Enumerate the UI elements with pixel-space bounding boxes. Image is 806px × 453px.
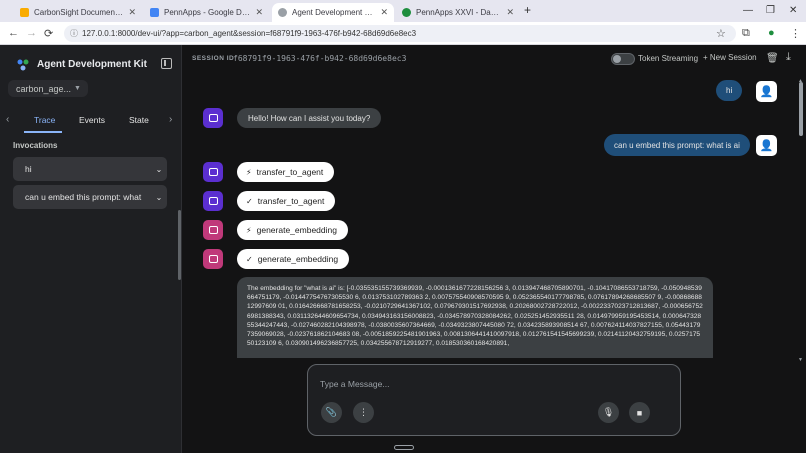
bookmark-star-icon[interactable]: ☆ (716, 27, 726, 40)
browser-tab-pennapps-events[interactable]: PennApps XXVI - Day of Events ✕ (396, 3, 520, 22)
chevron-right-icon[interactable]: › (169, 114, 172, 125)
message-input[interactable] (320, 377, 660, 391)
app-title: Agent Development Kit (37, 59, 148, 70)
new-tab-icon[interactable]: + (524, 3, 531, 17)
tab-trace[interactable]: Trace (34, 115, 55, 125)
attach-button[interactable]: 📎 (321, 402, 342, 423)
new-session-button[interactable]: + New Session (703, 53, 757, 62)
download-icon[interactable]: ⤓ (786, 51, 791, 64)
person-icon: 👤 (759, 140, 774, 152)
close-icon[interactable]: ✕ (380, 7, 388, 18)
bot-avatar (203, 162, 223, 182)
chevron-down-icon: ⌄ (155, 164, 163, 174)
video-button[interactable]: ■ (629, 402, 650, 423)
invocations-title: Invocations (13, 141, 58, 150)
tab-state[interactable]: State (129, 115, 149, 125)
check-icon: ✓ (246, 196, 253, 206)
user-message: can u embed this prompt: what is ai (604, 134, 750, 156)
session-id-label: SESSION ID (192, 55, 235, 62)
session-id-value: f68791f9-1963-476f-b942-68d69d6e8ec3 (233, 54, 407, 63)
user-avatar: 👤 (756, 135, 777, 156)
function-response-chip[interactable]: ✓ generate_embedding (237, 249, 350, 269)
address-bar: ← → ⟳ ⓘ 127.0.0.1:8000/dev-ui/?app=carbo… (0, 22, 806, 45)
check-icon: ✓ (246, 254, 253, 264)
minimize-icon[interactable]: — (743, 5, 753, 16)
url-field[interactable]: ⓘ 127.0.0.1:8000/dev-ui/?app=carbon_agen… (64, 25, 736, 42)
user-avatar: 👤 (756, 81, 777, 102)
bolt-icon: ⚡ (246, 167, 252, 177)
invocation-item[interactable]: hi ⌄ (13, 157, 167, 181)
paperclip-icon: 📎 (325, 407, 338, 417)
bot-avatar (203, 191, 223, 211)
chat-scrollbar[interactable] (799, 82, 803, 136)
robot-icon (208, 114, 218, 122)
browser-tab-adk-dev-ui[interactable]: Agent Development Kit Dev UI ✕ (272, 3, 394, 22)
sidebar: Agent Development Kit carbon_age... ▼ ‹ … (0, 45, 182, 453)
person-icon: 👤 (759, 86, 774, 98)
window-close-icon[interactable]: ✕ (789, 5, 797, 16)
site-info-icon[interactable]: ⓘ (70, 28, 78, 39)
bot-avatar (203, 108, 223, 128)
bolt-icon: ⚡ (246, 225, 252, 235)
message-composer: 📎 ⋮ 🎙 ■ (307, 364, 681, 436)
pennapps-favicon-icon (402, 8, 411, 17)
bottom-drag-handle[interactable] (394, 445, 414, 450)
token-streaming-label: Token Streaming (638, 54, 699, 63)
robot-icon (208, 255, 218, 263)
agent-select[interactable]: carbon_age... ▼ (8, 80, 88, 97)
active-tab-indicator (24, 131, 62, 133)
reload-icon[interactable]: ⟳ (44, 27, 53, 40)
invocation-item[interactable]: can u embed this prompt: what ⌄ (13, 185, 167, 209)
browser-menu-icon[interactable]: ⋮ (790, 27, 801, 40)
back-icon[interactable]: ← (8, 27, 19, 39)
function-response-chip[interactable]: ✓ transfer_to_agent (237, 191, 336, 211)
delete-session-icon[interactable]: 🗑 (766, 53, 779, 64)
close-icon[interactable]: ✕ (128, 7, 136, 18)
extensions-icon[interactable]: ⧉ (742, 27, 750, 40)
bot-message: Hello! How can I assist you today? (237, 108, 382, 128)
robot-icon (208, 168, 218, 176)
browser-tab-carbonsight[interactable]: CarbonSight Documentation ✕ (14, 3, 142, 22)
user-message: hi (716, 80, 743, 101)
videocam-icon: ■ (636, 407, 643, 418)
carbonsight-favicon-icon (20, 8, 29, 17)
browser-tab-strip: CarbonSight Documentation ✕ PennApps - G… (0, 0, 806, 22)
chevron-down-icon: ⌄ (155, 192, 163, 202)
plus-icon: + (703, 53, 710, 62)
dropdown-caret-icon: ▼ (74, 85, 81, 92)
chat-messages: hi 👤 Hello! How can I assist you today? … (182, 73, 806, 358)
profile-icon[interactable]: ● (768, 27, 775, 39)
google-docs-favicon-icon (150, 8, 159, 17)
scroll-down-icon[interactable]: ▼ (798, 357, 803, 363)
collapse-sidebar-icon[interactable] (161, 58, 172, 69)
function-call-chip[interactable]: ⚡ generate_embedding (237, 220, 348, 240)
mic-icon: 🎙 (602, 407, 615, 417)
tool-avatar (203, 249, 223, 269)
sidebar-resize-handle[interactable] (178, 210, 181, 280)
function-call-chip[interactable]: ⚡ transfer_to_agent (237, 162, 335, 182)
forward-icon[interactable]: → (26, 27, 37, 39)
embedding-message: The embedding for "what is ai" is: [-0.0… (237, 277, 713, 358)
adk-logo-icon (17, 59, 29, 71)
globe-icon (278, 8, 287, 17)
sidebar-tabs: ‹ Trace Events State › (0, 111, 182, 133)
browser-tab-google-docs[interactable]: PennApps - Google Docs ✕ (144, 3, 269, 22)
more-vert-icon: ⋮ (359, 407, 368, 417)
robot-icon (208, 197, 218, 205)
more-options-button[interactable]: ⋮ (353, 402, 374, 423)
robot-icon (208, 226, 218, 234)
microphone-button[interactable]: 🎙 (598, 402, 619, 423)
tab-events[interactable]: Events (79, 115, 105, 125)
close-icon[interactable]: ✕ (255, 7, 263, 18)
token-streaming-toggle[interactable] (611, 53, 635, 65)
adk-dev-ui: Agent Development Kit carbon_age... ▼ ‹ … (0, 45, 806, 453)
tool-avatar (203, 220, 223, 240)
chevron-left-icon[interactable]: ‹ (6, 114, 9, 125)
chat-panel: SESSION ID f68791f9-1963-476f-b942-68d69… (182, 45, 806, 453)
close-icon[interactable]: ✕ (506, 7, 514, 18)
restore-icon[interactable]: ❐ (766, 5, 775, 16)
